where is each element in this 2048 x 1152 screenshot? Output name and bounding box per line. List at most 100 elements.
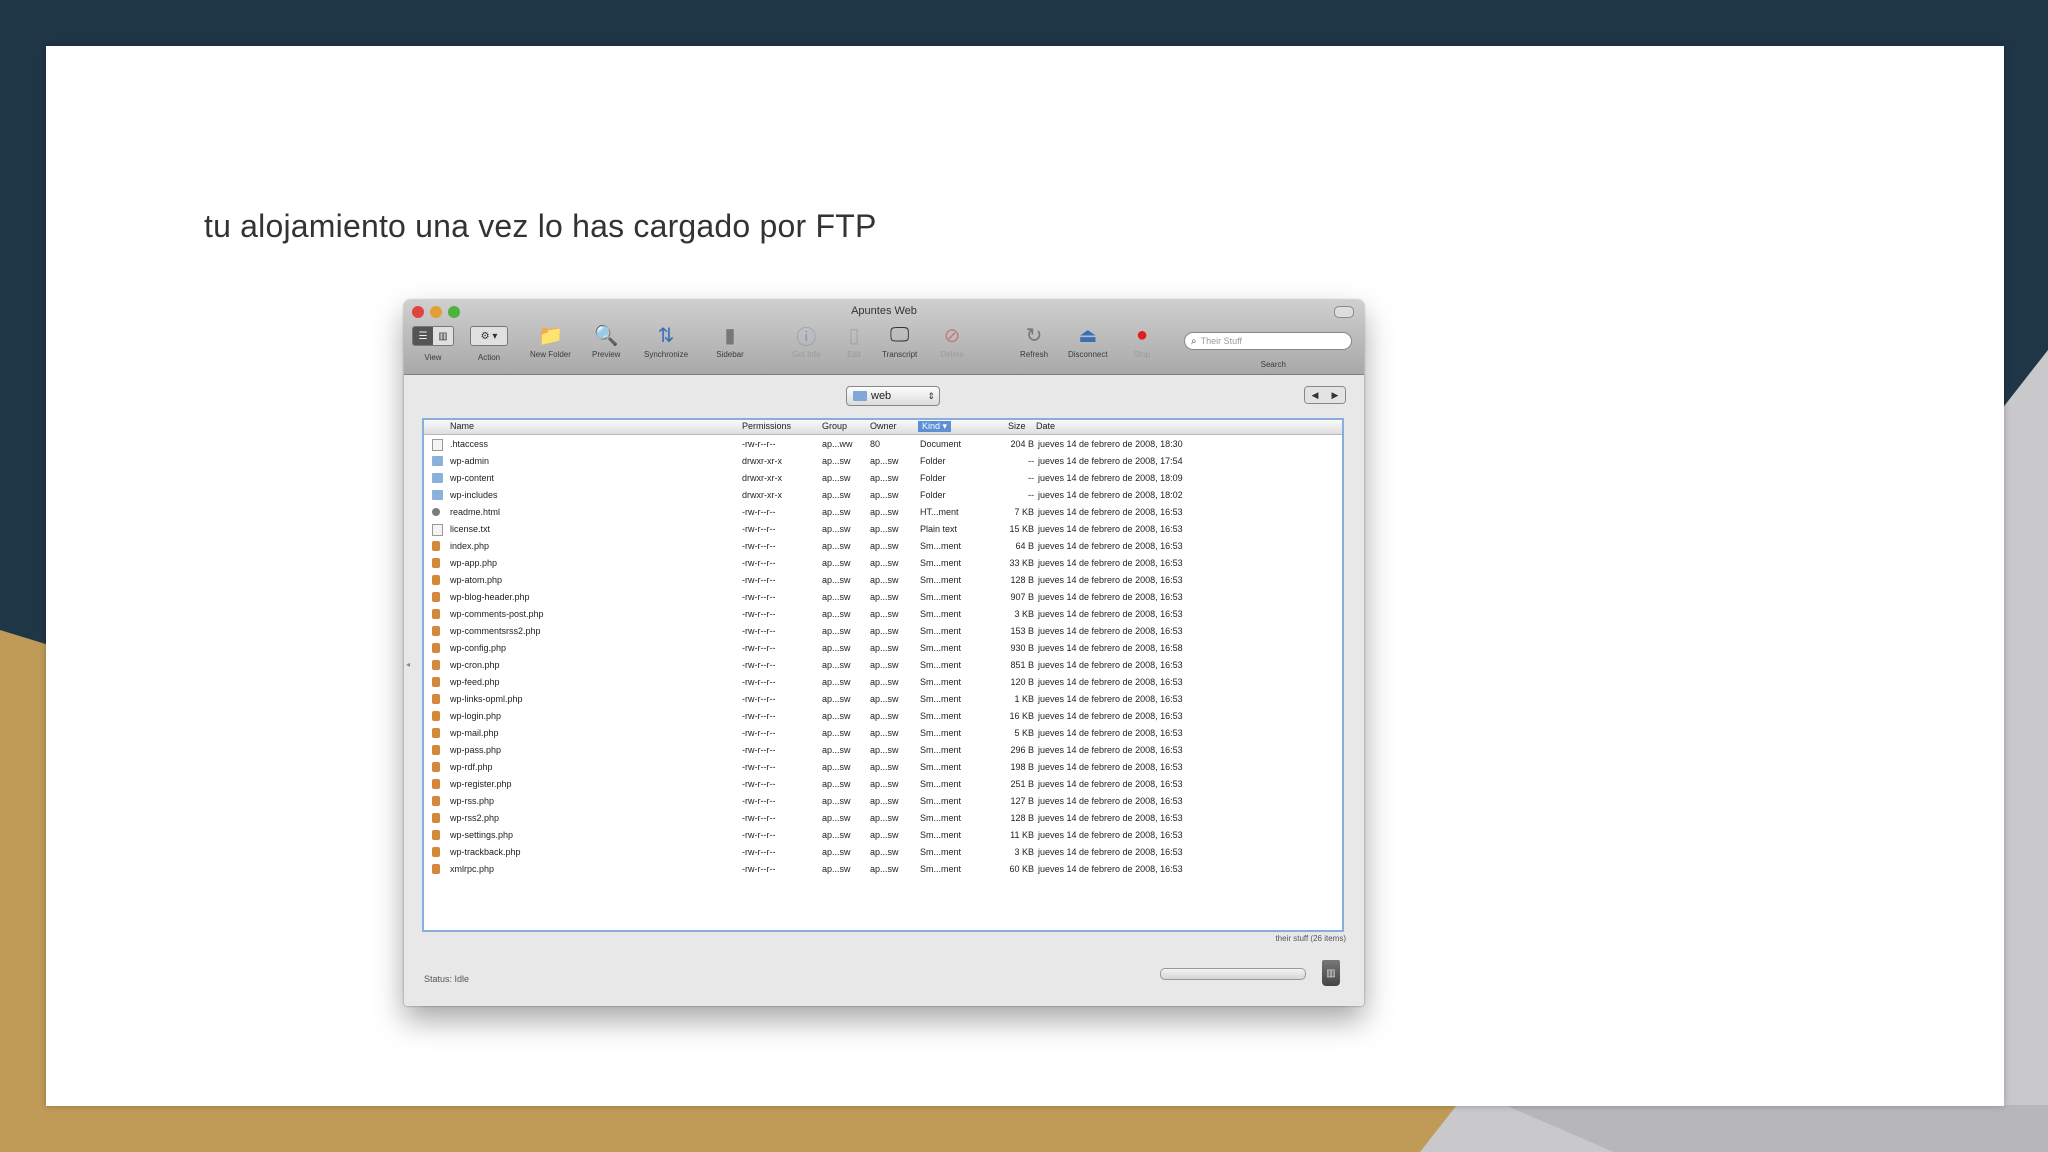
file-kind: Folder (920, 473, 946, 483)
file-row[interactable]: wp-app.php -rw-r--r-- ap...sw ap...sw Sm...m… (424, 555, 1342, 572)
file-owner: ap...sw (870, 660, 899, 670)
file-row[interactable]: wp-comments-post.php -rw-r--r-- ap...sw ap.… (424, 606, 1342, 623)
file-row[interactable]: wp-rdf.php -rw-r--r-- ap...sw ap...sw Sm...m… (424, 759, 1342, 776)
refresh-icon: ↻ (1025, 324, 1043, 347)
file-row[interactable]: wp-mail.php -rw-r--r-- ap...sw ap...sw Sm...… (424, 725, 1342, 742)
doc-icon (432, 524, 443, 536)
php-icon (432, 660, 440, 670)
file-kind: Sm...ment (920, 558, 962, 568)
file-date: jueves 14 de febrero de 2008, 16:53 (1038, 813, 1183, 823)
delete-button[interactable]: ⊘ Delete (938, 322, 966, 360)
transcript-button[interactable]: 🖵 Transcript (882, 322, 918, 360)
file-row[interactable]: xmlrpc.php -rw-r--r-- ap...sw ap...sw Sm...m… (424, 861, 1342, 878)
file-name: wp-app.php (450, 558, 498, 568)
file-name: wp-login.php (450, 711, 502, 721)
file-row[interactable]: wp-content drwxr-xr-x ap...sw ap...sw Folder… (424, 470, 1342, 487)
file-row[interactable]: wp-rss2.php -rw-r--r-- ap...sw ap...sw Sm...… (424, 810, 1342, 827)
file-row[interactable]: wp-feed.php -rw-r--r-- ap...sw ap...sw Sm...… (424, 674, 1342, 691)
col-size[interactable]: Size (1008, 421, 1026, 431)
column-view-icon[interactable]: ▥ (433, 327, 453, 345)
file-permissions: -rw-r--r-- (742, 541, 776, 551)
trash-icon[interactable]: ▥ (1322, 960, 1340, 986)
file-row[interactable]: wp-admin drwxr-xr-x ap...sw ap...sw Folder --… (424, 453, 1342, 470)
file-permissions: -rw-r--r-- (742, 745, 776, 755)
gear-icon[interactable]: ⚙ ▾ (471, 327, 507, 345)
get-info-button[interactable]: ⓘ Get Info (792, 322, 820, 360)
file-name: wp-rss.php (450, 796, 495, 806)
file-row[interactable]: license.txt -rw-r--r-- ap...sw ap...sw Plain… (424, 521, 1342, 538)
file-owner: ap...sw (870, 490, 899, 500)
file-size: 198 B (1010, 762, 1034, 772)
toolbar-toggle-button[interactable] (1334, 306, 1354, 318)
file-row[interactable]: wp-links-opml.php -rw-r--r-- ap...sw ap...s… (424, 691, 1342, 708)
col-kind[interactable]: Kind ▾ (918, 421, 952, 432)
preview-button[interactable]: 🔍 Preview (592, 322, 620, 360)
file-row[interactable]: wp-atom.php -rw-r--r-- ap...sw ap...sw Sm...… (424, 572, 1342, 589)
view-segmented[interactable]: ☰ ▥ (412, 326, 454, 346)
file-kind: Sm...ment (920, 694, 962, 704)
stop-button[interactable]: ● Stop (1128, 322, 1156, 360)
file-owner: ap...sw (870, 711, 899, 721)
file-group: ap...sw (822, 558, 851, 568)
col-date[interactable]: Date (1036, 421, 1055, 431)
file-permissions: -rw-r--r-- (742, 864, 776, 874)
col-permissions[interactable]: Permissions (742, 421, 791, 431)
disconnect-button[interactable]: ⏏ Disconnect (1068, 322, 1108, 360)
forward-button[interactable]: ▶ (1325, 387, 1345, 403)
search-field[interactable]: ⌕ Their Stuff (1184, 332, 1352, 350)
back-button[interactable]: ◀ (1305, 387, 1325, 403)
col-name[interactable]: Name (450, 421, 474, 431)
file-list[interactable]: Name Permissions Group Owner Kind ▾ Size… (422, 418, 1344, 932)
file-size: 5 KB (1014, 728, 1034, 738)
transcript-label: Transcript (882, 350, 918, 359)
col-group[interactable]: Group (822, 421, 847, 431)
synchronize-button[interactable]: ⇅ Synchronize (644, 322, 688, 360)
file-size: 128 B (1010, 575, 1034, 585)
file-row[interactable]: wp-pass.php -rw-r--r-- ap...sw ap...sw Sm...… (424, 742, 1342, 759)
file-name: wp-comments-post.php (450, 609, 544, 619)
new-folder-button[interactable]: 📁 New Folder (530, 322, 571, 360)
file-group: ap...sw (822, 847, 851, 857)
edit-label: Edit (847, 350, 861, 359)
sidebar-button[interactable]: ▮ Sidebar (716, 322, 744, 360)
file-group: ap...sw (822, 830, 851, 840)
file-row[interactable]: wp-blog-header.php -rw-r--r-- ap...sw ap...… (424, 589, 1342, 606)
splitter-handle[interactable]: ◂ (406, 660, 410, 669)
col-owner[interactable]: Owner (870, 421, 897, 431)
refresh-button[interactable]: ↻ Refresh (1020, 322, 1048, 360)
file-permissions: -rw-r--r-- (742, 558, 776, 568)
file-row[interactable]: wp-login.php -rw-r--r-- ap...sw ap...sw Sm..… (424, 708, 1342, 725)
action-menu[interactable]: ⚙ ▾ (470, 326, 508, 346)
file-row[interactable]: wp-trackback.php -rw-r--r-- ap...sw ap...sw… (424, 844, 1342, 861)
file-size: 11 KB (1010, 830, 1034, 840)
php-icon (432, 694, 440, 704)
view-control[interactable]: ☰ ▥ View (412, 322, 454, 362)
file-group: ap...sw (822, 762, 851, 772)
file-date: jueves 14 de febrero de 2008, 16:53 (1038, 728, 1183, 738)
file-size: 64 B (1015, 541, 1034, 551)
file-name: wp-pass.php (450, 745, 502, 755)
file-kind: Plain text (920, 524, 958, 534)
file-kind: Sm...ment (920, 711, 962, 721)
file-size: 204 B (1010, 439, 1034, 449)
file-date: jueves 14 de febrero de 2008, 18:09 (1038, 473, 1183, 483)
file-permissions: drwxr-xr-x (742, 490, 782, 500)
file-row[interactable]: wp-settings.php -rw-r--r-- ap...sw ap...sw S… (424, 827, 1342, 844)
action-control[interactable]: ⚙ ▾ Action (470, 322, 508, 362)
path-popup[interactable]: web ⇕ (846, 386, 940, 406)
file-row[interactable]: wp-config.php -rw-r--r-- ap...sw ap...sw Sm.… (424, 640, 1342, 657)
list-view-icon[interactable]: ☰ (413, 327, 433, 345)
file-row[interactable]: wp-rss.php -rw-r--r-- ap...sw ap...sw Sm...m… (424, 793, 1342, 810)
file-owner: ap...sw (870, 643, 899, 653)
file-row[interactable]: wp-cron.php -rw-r--r-- ap...sw ap...sw Sm...… (424, 657, 1342, 674)
file-row[interactable]: wp-commentsrss2.php -rw-r--r-- ap...sw ap..… (424, 623, 1342, 640)
file-permissions: -rw-r--r-- (742, 575, 776, 585)
file-row[interactable]: index.php -rw-r--r-- ap...sw ap...sw Sm...me… (424, 538, 1342, 555)
edit-button[interactable]: ▯ Edit (840, 322, 868, 360)
php-icon (432, 626, 440, 636)
delete-label: Delete (940, 350, 964, 359)
file-row[interactable]: .htaccess -rw-r--r-- ap...ww 80 Document 204 … (424, 436, 1342, 453)
file-row[interactable]: wp-includes drwxr-xr-x ap...sw ap...sw Folde… (424, 487, 1342, 504)
file-row[interactable]: readme.html -rw-r--r-- ap...sw ap...sw HT...… (424, 504, 1342, 521)
file-row[interactable]: wp-register.php -rw-r--r-- ap...sw ap...sw S… (424, 776, 1342, 793)
